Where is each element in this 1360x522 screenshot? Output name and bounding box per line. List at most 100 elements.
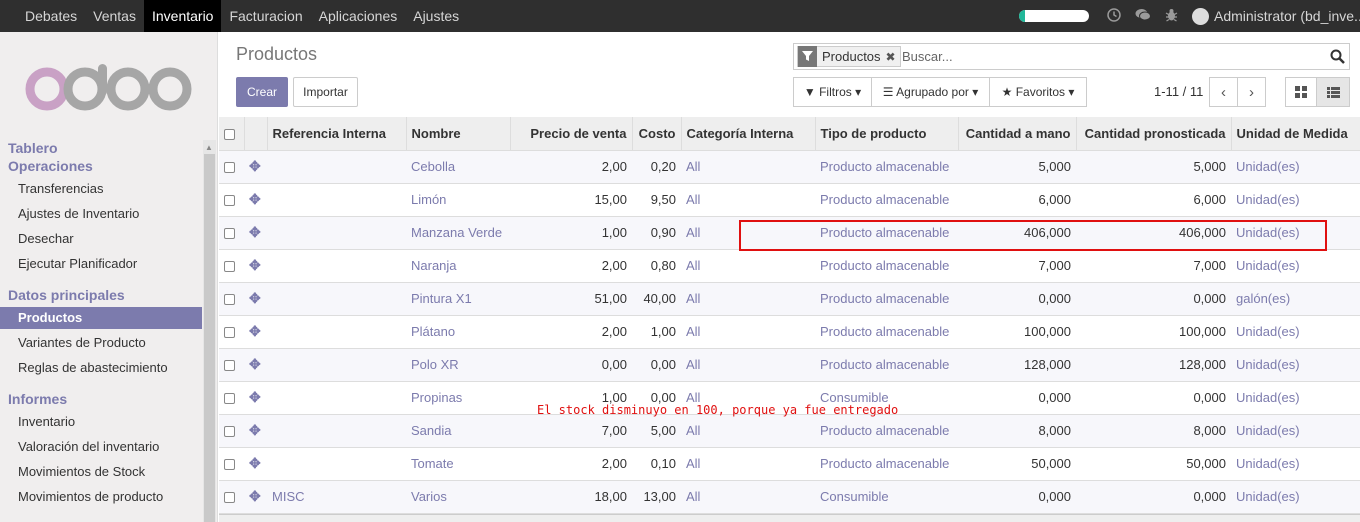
table-row[interactable]: ✥ Cebolla 2,00 0,20 All Producto almacenable 5…	[219, 150, 1360, 184]
row-checkbox[interactable]	[219, 216, 244, 250]
column-header[interactable]: Precio de venta	[510, 117, 633, 151]
kanban-view-button[interactable]	[1285, 77, 1317, 107]
table-cell: Unidad(es)	[1231, 249, 1360, 283]
topmenu-item-aplicaciones[interactable]: Aplicaciones	[311, 0, 406, 32]
topmenu-item-debates[interactable]: Debates	[17, 0, 85, 32]
table-row[interactable]: ✥ Polo XR 0,00 0,00 All Producto almacenable 1…	[219, 348, 1360, 382]
table-cell: 5,00	[632, 414, 681, 448]
topmenu-item-ajustes[interactable]: Ajustes	[405, 0, 467, 32]
row-checkbox[interactable]	[219, 414, 244, 448]
pager-previous-button[interactable]: ‹	[1209, 77, 1238, 107]
sidebar-item-ajustes-inventario[interactable]: Ajustes de Inventario	[0, 203, 202, 225]
sidebar-item-productos[interactable]: Productos	[0, 307, 202, 329]
table-cell: All	[681, 348, 815, 382]
user-menu[interactable]: Administrator (bd_inve...	[1214, 8, 1360, 24]
topmenu-item-inventario[interactable]: Inventario	[143, 0, 222, 32]
column-header[interactable]: Cantidad pronosticada	[1076, 117, 1232, 151]
search-icon[interactable]	[1330, 49, 1345, 67]
search-input[interactable]: Buscar...	[902, 49, 953, 64]
column-header[interactable]: Nombre	[406, 117, 511, 151]
column-header[interactable]: Tipo de producto	[815, 117, 959, 151]
table-row[interactable]: ✥ Naranja 2,00 0,80 All Producto almacenable 7…	[219, 249, 1360, 283]
row-checkbox[interactable]	[219, 183, 244, 217]
sidebar-item-inventario[interactable]: Inventario	[0, 411, 202, 433]
bug-icon[interactable]	[1165, 8, 1178, 25]
search-bar[interactable]: Productos ✖ Buscar...	[793, 43, 1350, 70]
sidebar-item-movimientos-producto[interactable]: Movimientos de producto	[0, 486, 202, 508]
table-cell: MISC	[267, 480, 406, 514]
kanban-icon	[1295, 86, 1307, 98]
drag-handle-icon[interactable]: ✥	[244, 381, 267, 415]
table-row[interactable]: ✥ Sandia 7,00 5,00 All Producto almacenable 8,…	[219, 414, 1360, 448]
drag-handle-icon[interactable]: ✥	[244, 447, 267, 481]
list-view-button[interactable]	[1316, 77, 1350, 107]
scrollbar-thumb[interactable]	[204, 154, 215, 522]
drag-handle-icon[interactable]: ✥	[244, 216, 267, 250]
table-row[interactable]: ✥ Plátano 2,00 1,00 All Producto almacenable 1…	[219, 315, 1360, 349]
drag-handle-icon[interactable]: ✥	[244, 183, 267, 217]
column-header[interactable]: Costo	[632, 117, 682, 151]
scroll-up-icon[interactable]: ▲	[205, 143, 213, 152]
row-checkbox[interactable]	[219, 282, 244, 316]
sidebar-item-ejecutar-planificador[interactable]: Ejecutar Planificador	[0, 253, 202, 275]
sidebar-item-transferencias[interactable]: Transferencias	[0, 178, 202, 200]
column-header[interactable]: Categoría Interna	[681, 117, 816, 151]
onboarding-progress-bar[interactable]	[1019, 10, 1089, 22]
row-checkbox[interactable]	[219, 249, 244, 283]
sidebar-item-desechar[interactable]: Desechar	[0, 228, 202, 250]
table-cell: Cebolla	[406, 150, 510, 184]
drag-handle-icon[interactable]: ✥	[244, 348, 267, 382]
sidebar-item-variantes[interactable]: Variantes de Producto	[0, 332, 202, 354]
drag-handle-icon[interactable]: ✥	[244, 249, 267, 283]
chevron-left-icon: ‹	[1221, 83, 1226, 101]
table-cell	[267, 150, 406, 184]
sidebar-heading-tablero[interactable]: Tablero	[8, 140, 58, 156]
row-checkbox[interactable]	[219, 150, 244, 184]
column-header[interactable]: Referencia Interna	[267, 117, 407, 151]
table-cell: 2,00	[510, 150, 632, 184]
caret-down-icon: ▾	[972, 85, 979, 99]
column-header[interactable]: Cantidad a mano	[958, 117, 1077, 151]
avatar[interactable]	[1192, 7, 1209, 25]
pager-value[interactable]: 1-11 / 11	[1154, 84, 1203, 99]
row-checkbox[interactable]	[219, 480, 244, 514]
sidebar-item-valoracion[interactable]: Valoración del inventario	[0, 436, 202, 458]
row-checkbox[interactable]	[219, 315, 244, 349]
pager-next-button[interactable]: ›	[1237, 77, 1266, 107]
table-row[interactable]: ✥ Limón 15,00 9,50 All Producto almacenable 6,…	[219, 183, 1360, 217]
table-row[interactable]: ✥ Tomate 2,00 0,10 All Producto almacenable 50…	[219, 447, 1360, 481]
row-checkbox[interactable]	[219, 348, 244, 382]
drag-handle-icon[interactable]: ✥	[244, 480, 267, 514]
table-cell: Unidad(es)	[1231, 480, 1360, 514]
facet-label: Productos	[822, 49, 881, 64]
sidebar-item-movimientos-stock[interactable]: Movimientos de Stock	[0, 461, 202, 483]
progress-fill	[1019, 10, 1026, 22]
column-header[interactable]: Unidad de Medida	[1231, 117, 1360, 151]
clock-icon[interactable]	[1107, 7, 1121, 25]
table-row[interactable]: ✥ Pintura X1 51,00 40,00 All Producto almacen…	[219, 282, 1360, 316]
chat-icon[interactable]	[1135, 8, 1151, 25]
select-all-checkbox[interactable]	[219, 117, 245, 151]
favorites-button[interactable]: ★ Favoritos ▾	[989, 77, 1087, 107]
drag-handle-icon[interactable]: ✥	[244, 315, 267, 349]
table-cell: All	[681, 315, 815, 349]
topmenu-item-ventas[interactable]: Ventas	[85, 0, 144, 32]
search-facet: Productos ✖	[797, 46, 901, 67]
table-cell: 0,10	[632, 447, 681, 481]
sidebar-item-reglas[interactable]: Reglas de abastecimiento	[0, 357, 202, 379]
table-cell: 50,000	[1076, 447, 1231, 481]
import-button[interactable]: Importar	[293, 77, 358, 107]
drag-handle-icon[interactable]: ✥	[244, 414, 267, 448]
remove-facet-icon[interactable]: ✖	[886, 50, 896, 64]
drag-handle-icon[interactable]: ✥	[244, 282, 267, 316]
group-by-button[interactable]: ☰ Agrupado por ▾	[871, 77, 990, 107]
star-icon: ★	[1001, 85, 1013, 99]
row-checkbox[interactable]	[219, 447, 244, 481]
drag-handle-icon[interactable]: ✥	[244, 150, 267, 184]
filters-button[interactable]: ▼ Filtros ▾	[793, 77, 872, 107]
sidebar-scrollbar[interactable]: ▲	[203, 140, 216, 522]
row-checkbox[interactable]	[219, 381, 244, 415]
create-button[interactable]: Crear	[236, 77, 288, 107]
table-row[interactable]: ✥ MISC Varios 18,00 13,00 All Consumible 0,000 0…	[219, 480, 1360, 514]
topmenu-item-facturacion[interactable]: Facturacion	[221, 0, 310, 32]
